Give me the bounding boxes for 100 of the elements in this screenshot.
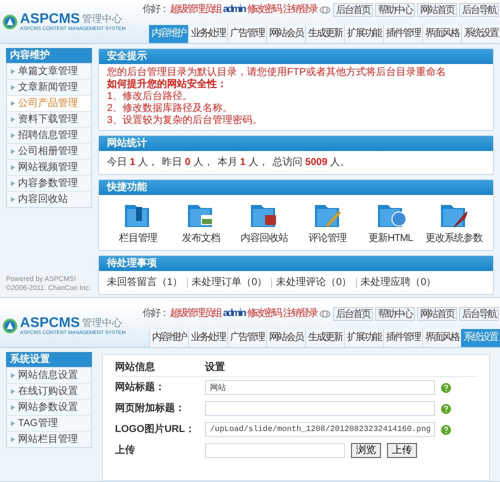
sidebar-item[interactable]: 在线订购设置 (7, 383, 91, 399)
sidebar-title: 内容维护 (6, 48, 92, 63)
pending-link[interactable]: 未处理订单（0） (192, 275, 268, 290)
logo-title: ASPCMS (20, 315, 80, 329)
header-link[interactable]: 修改密码 (247, 306, 281, 321)
field-label: 网站标题： (115, 380, 166, 395)
nav-tab[interactable]: 插件管理 (383, 25, 422, 43)
username-text: admin (223, 3, 245, 17)
username-text: admin (223, 307, 245, 321)
sidebar-item[interactable]: TAG管理 (7, 415, 91, 431)
tip-text: 1、修改后台路径。 (107, 91, 194, 102)
greeting-text: 你好： (142, 307, 168, 321)
tip-text: 2、修改数据库路径及名称。 (107, 103, 234, 114)
sidebar-title: 系统设置 (6, 352, 92, 367)
logo-title: 管理中心 (82, 15, 122, 25)
sidebar-item[interactable]: 资料下载管理 (7, 111, 91, 127)
bullet-icon (11, 180, 15, 186)
top-button[interactable]: 网站首页 (417, 306, 457, 320)
role-text: 超级管理员组 (170, 306, 222, 321)
bullet-icon (11, 404, 15, 410)
text-field[interactable]: 网站 (205, 380, 435, 395)
shortcut-button[interactable]: 内容回收站 (233, 199, 296, 246)
top-button[interactable]: 后台首页 (333, 306, 373, 320)
panel-title: 网站统计 (99, 136, 493, 151)
header-link[interactable]: 注销登录 (283, 2, 317, 17)
stat-text: 昨日 0 人， (162, 156, 214, 170)
tips-heading: 如何提升您的网站安全性： (107, 79, 228, 90)
shortcut-button[interactable]: 评论管理 (296, 199, 359, 246)
bullet-icon (11, 372, 15, 378)
field-label: 上传 (115, 444, 136, 458)
nav-tab[interactable]: 系统设置 (461, 25, 500, 43)
pending-link[interactable]: 未处理评论（0） (276, 275, 352, 290)
stat-text: 总访问 5009 人。 (272, 156, 350, 170)
sidebar-item[interactable]: 单篇文章管理 (7, 63, 91, 79)
text-field[interactable] (205, 401, 435, 416)
sidebar-item[interactable]: 招聘信息管理 (7, 127, 91, 143)
bullet-icon (11, 132, 15, 138)
role-text: 超级管理员组 (170, 2, 222, 17)
bullet-icon (11, 116, 15, 122)
panel-title: 安全提示 (99, 49, 493, 64)
nav-tab[interactable]: 内容维护 (149, 329, 188, 347)
nav-tab[interactable]: 广告管理 (227, 25, 266, 43)
field-label: LOGO图片URL： (115, 422, 196, 437)
nav-tab[interactable]: 界面风格 (422, 329, 461, 347)
field-label: 网页附加标题： (115, 402, 186, 416)
text-field[interactable]: /upLoad/slide/month_1208/20120823232414160.png (205, 422, 435, 437)
stat-text: 今日 1 人， (107, 156, 158, 170)
top-button[interactable]: 后台导航 (459, 306, 499, 320)
sidebar-item[interactable]: 网站视频管理 (7, 159, 91, 175)
top-button[interactable]: 后台导航 (459, 2, 499, 16)
warning-text: 您的后台管理目录为默认目录，请您使用FTP或者其他方式将后台目录重命名 (107, 67, 447, 78)
top-button[interactable]: 后台首页 (333, 2, 373, 16)
nav-tab[interactable]: 界面风格 (422, 25, 461, 43)
pending-link[interactable]: 未处理应聘（0） (360, 275, 436, 290)
logo-title: 管理中心 (82, 319, 122, 329)
column-header: 设置 (205, 360, 226, 375)
bullet-icon (11, 196, 15, 202)
nav-tab[interactable]: 扩展功能 (344, 25, 383, 43)
shortcut-button[interactable]: 更改系统参数 (422, 199, 485, 246)
sidebar-item[interactable]: 网站参数设置 (7, 399, 91, 415)
nav-tab[interactable]: 生成更新 (305, 25, 344, 43)
top-button[interactable]: 帮助中心 (375, 306, 415, 320)
toggle-icon[interactable] (319, 310, 331, 318)
shortcut-button[interactable]: 栏目管理 (107, 199, 169, 246)
panel-title: 待处理事项 (99, 256, 493, 271)
sidebar-item[interactable]: 内容回收站 (7, 191, 91, 207)
upload-button[interactable]: 浏览 (351, 443, 381, 458)
bullet-icon (11, 164, 15, 170)
shortcut-button[interactable]: 更新HTML (360, 199, 422, 246)
nav-tab[interactable]: 插件管理 (383, 329, 422, 347)
column-header: 网站信息 (115, 360, 156, 375)
nav-tab[interactable]: 网站会员 (266, 329, 305, 347)
upload-button[interactable]: 上传 (387, 443, 417, 458)
logo-icon (2, 318, 18, 334)
shortcut-button[interactable]: 发布文档 (170, 199, 232, 246)
sidebar-item[interactable]: 公司相册管理 (7, 143, 91, 159)
tip-text: 3、设置较为复杂的后台管理密码。 (107, 115, 264, 127)
top-button[interactable]: 帮助中心 (375, 2, 415, 16)
toggle-icon[interactable] (319, 6, 331, 14)
header-link[interactable]: 修改密码 (247, 2, 281, 17)
file-field[interactable] (205, 443, 345, 458)
bullet-icon (11, 84, 15, 90)
nav-tab[interactable]: 业务处理 (188, 25, 227, 43)
sidebar-item[interactable]: 网站信息设置 (7, 367, 91, 383)
sidebar-item[interactable]: 内容参数管理 (7, 175, 91, 191)
nav-tab[interactable]: 业务处理 (188, 329, 227, 347)
bullet-icon (11, 68, 15, 74)
nav-tab[interactable]: 扩展功能 (344, 329, 383, 347)
pending-link[interactable]: 未回答留言（1） (107, 275, 183, 290)
panel-title: 快捷功能 (99, 180, 493, 195)
nav-tab[interactable]: 生成更新 (305, 329, 344, 347)
header-link[interactable]: 注销登录 (283, 306, 317, 321)
greeting-text: 你好： (142, 3, 168, 17)
top-button[interactable]: 网站首页 (417, 2, 457, 16)
sidebar-item[interactable]: 网站栏目管理 (7, 431, 91, 447)
bullet-icon (11, 436, 15, 442)
bullet-icon (11, 388, 15, 394)
stat-text: 本月 1 人， (217, 156, 268, 170)
nav-tab[interactable]: 网站会员 (266, 25, 305, 43)
nav-tab[interactable]: 广告管理 (227, 329, 266, 347)
